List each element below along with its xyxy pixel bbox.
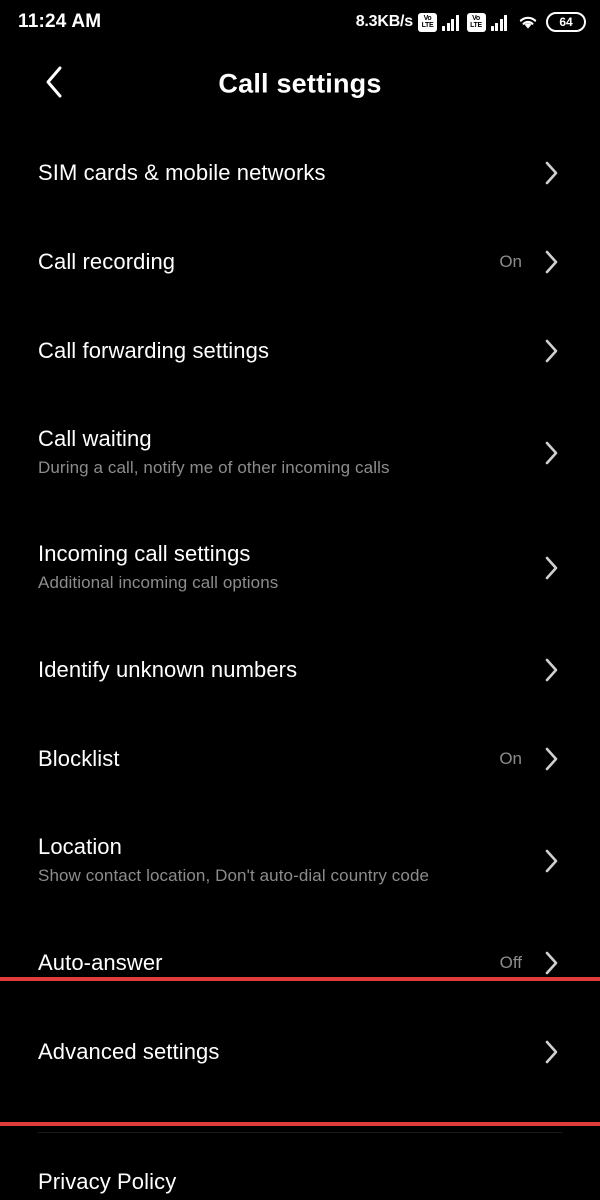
chevron-right-icon <box>542 658 562 682</box>
chevron-right-icon <box>542 951 562 975</box>
status-bar-icons: 8.3KB/s Vo LTE Vo LTE 64 <box>356 12 586 32</box>
settings-row-value: Off <box>499 952 522 972</box>
network-speed-label: 8.3KB/s <box>355 13 413 30</box>
settings-row-value: On <box>499 251 522 271</box>
settings-row[interactable]: Location Show contact location, Don't aut… <box>0 803 600 918</box>
page-title: Call settings <box>218 68 382 99</box>
settings-row-texts: SIM cards & mobile networks <box>38 160 542 186</box>
battery-level-label: 64 <box>559 15 573 29</box>
chevron-right-icon <box>542 339 562 363</box>
settings-list: SIM cards & mobile networks Call recordin… <box>0 128 600 1195</box>
chevron-right-icon <box>542 747 562 771</box>
privacy-policy-label: Privacy Policy <box>38 1169 177 1194</box>
settings-row-texts: Incoming call settings Additional incomin… <box>38 541 542 593</box>
settings-row-texts: Auto-answer <box>38 950 500 976</box>
wifi-icon <box>517 13 539 31</box>
settings-row[interactable]: Identify unknown numbers <box>0 625 600 714</box>
chevron-right-icon <box>542 161 562 185</box>
privacy-policy-row[interactable]: Privacy Policy <box>0 1169 600 1195</box>
settings-row-title: SIM cards & mobile networks <box>38 159 326 185</box>
settings-row-subtitle: Show contact location, Don't auto-dial c… <box>38 866 430 886</box>
volte-icon: Vo LTE <box>418 12 437 32</box>
settings-row[interactable]: Call forwarding settings <box>0 306 600 395</box>
chevron-right-icon <box>542 556 562 580</box>
settings-row-texts: Identify unknown numbers <box>38 657 542 683</box>
settings-row-title: Location <box>38 834 122 860</box>
phone-screen: 11:24 AM 8.3KB/s Vo LTE Vo LTE 64 Call s… <box>0 0 600 1200</box>
settings-row-subtitle: Additional incoming call options <box>38 573 279 593</box>
volte-icon-bottom-label: LTE <box>421 22 434 29</box>
settings-row-texts: Call forwarding settings <box>38 338 542 364</box>
settings-row-title: Advanced settings <box>38 1038 220 1064</box>
volte-icon-top-label: Vo <box>472 15 480 22</box>
settings-row-title: Auto-answer <box>38 949 163 975</box>
settings-row[interactable]: Call waiting During a call, notify me of … <box>0 395 600 510</box>
settings-row[interactable]: Call recording On <box>0 217 600 306</box>
settings-row-texts: Location Show contact location, Don't aut… <box>38 834 542 886</box>
signal-bars-icon <box>442 14 459 31</box>
settings-row[interactable]: Advanced settings <box>0 977 600 1126</box>
settings-row-subtitle: During a call, notify me of other incomi… <box>38 458 390 478</box>
chevron-right-icon <box>542 441 562 465</box>
settings-row-title: Blocklist <box>38 745 120 771</box>
settings-row-texts: Call waiting During a call, notify me of … <box>38 426 542 478</box>
settings-row-title: Call recording <box>38 248 176 274</box>
settings-row[interactable]: Auto-answer Off <box>0 918 600 1007</box>
volte-icon-bottom-label: LTE <box>470 22 482 29</box>
section-divider <box>38 1132 562 1133</box>
settings-row[interactable]: Incoming call settings Additional incomin… <box>0 510 600 625</box>
settings-row-texts: Call recording <box>38 249 499 275</box>
volte-icon-top-label: Vo <box>423 15 432 22</box>
settings-row-texts: Advanced settings <box>38 1039 542 1065</box>
settings-row[interactable]: Blocklist On <box>0 714 600 803</box>
chevron-right-icon <box>542 849 562 873</box>
settings-row-title: Call forwarding settings <box>38 337 270 363</box>
settings-row-title: Call waiting <box>38 426 152 452</box>
status-bar-clock: 11:24 AM <box>18 11 102 32</box>
app-bar: Call settings <box>0 44 600 124</box>
volte-icon: Vo LTE <box>466 12 486 32</box>
battery-icon: 64 <box>546 12 586 32</box>
signal-bars-icon <box>490 14 507 31</box>
settings-row-texts: Blocklist <box>38 746 499 772</box>
settings-row-value: On <box>499 748 522 768</box>
settings-row[interactable]: SIM cards & mobile networks <box>0 128 600 217</box>
status-bar: 11:24 AM 8.3KB/s Vo LTE Vo LTE 64 <box>0 0 600 44</box>
chevron-right-icon <box>542 1040 562 1064</box>
chevron-right-icon <box>542 250 562 274</box>
settings-row-title: Incoming call settings <box>38 541 251 567</box>
settings-row-title: Identify unknown numbers <box>38 656 298 682</box>
